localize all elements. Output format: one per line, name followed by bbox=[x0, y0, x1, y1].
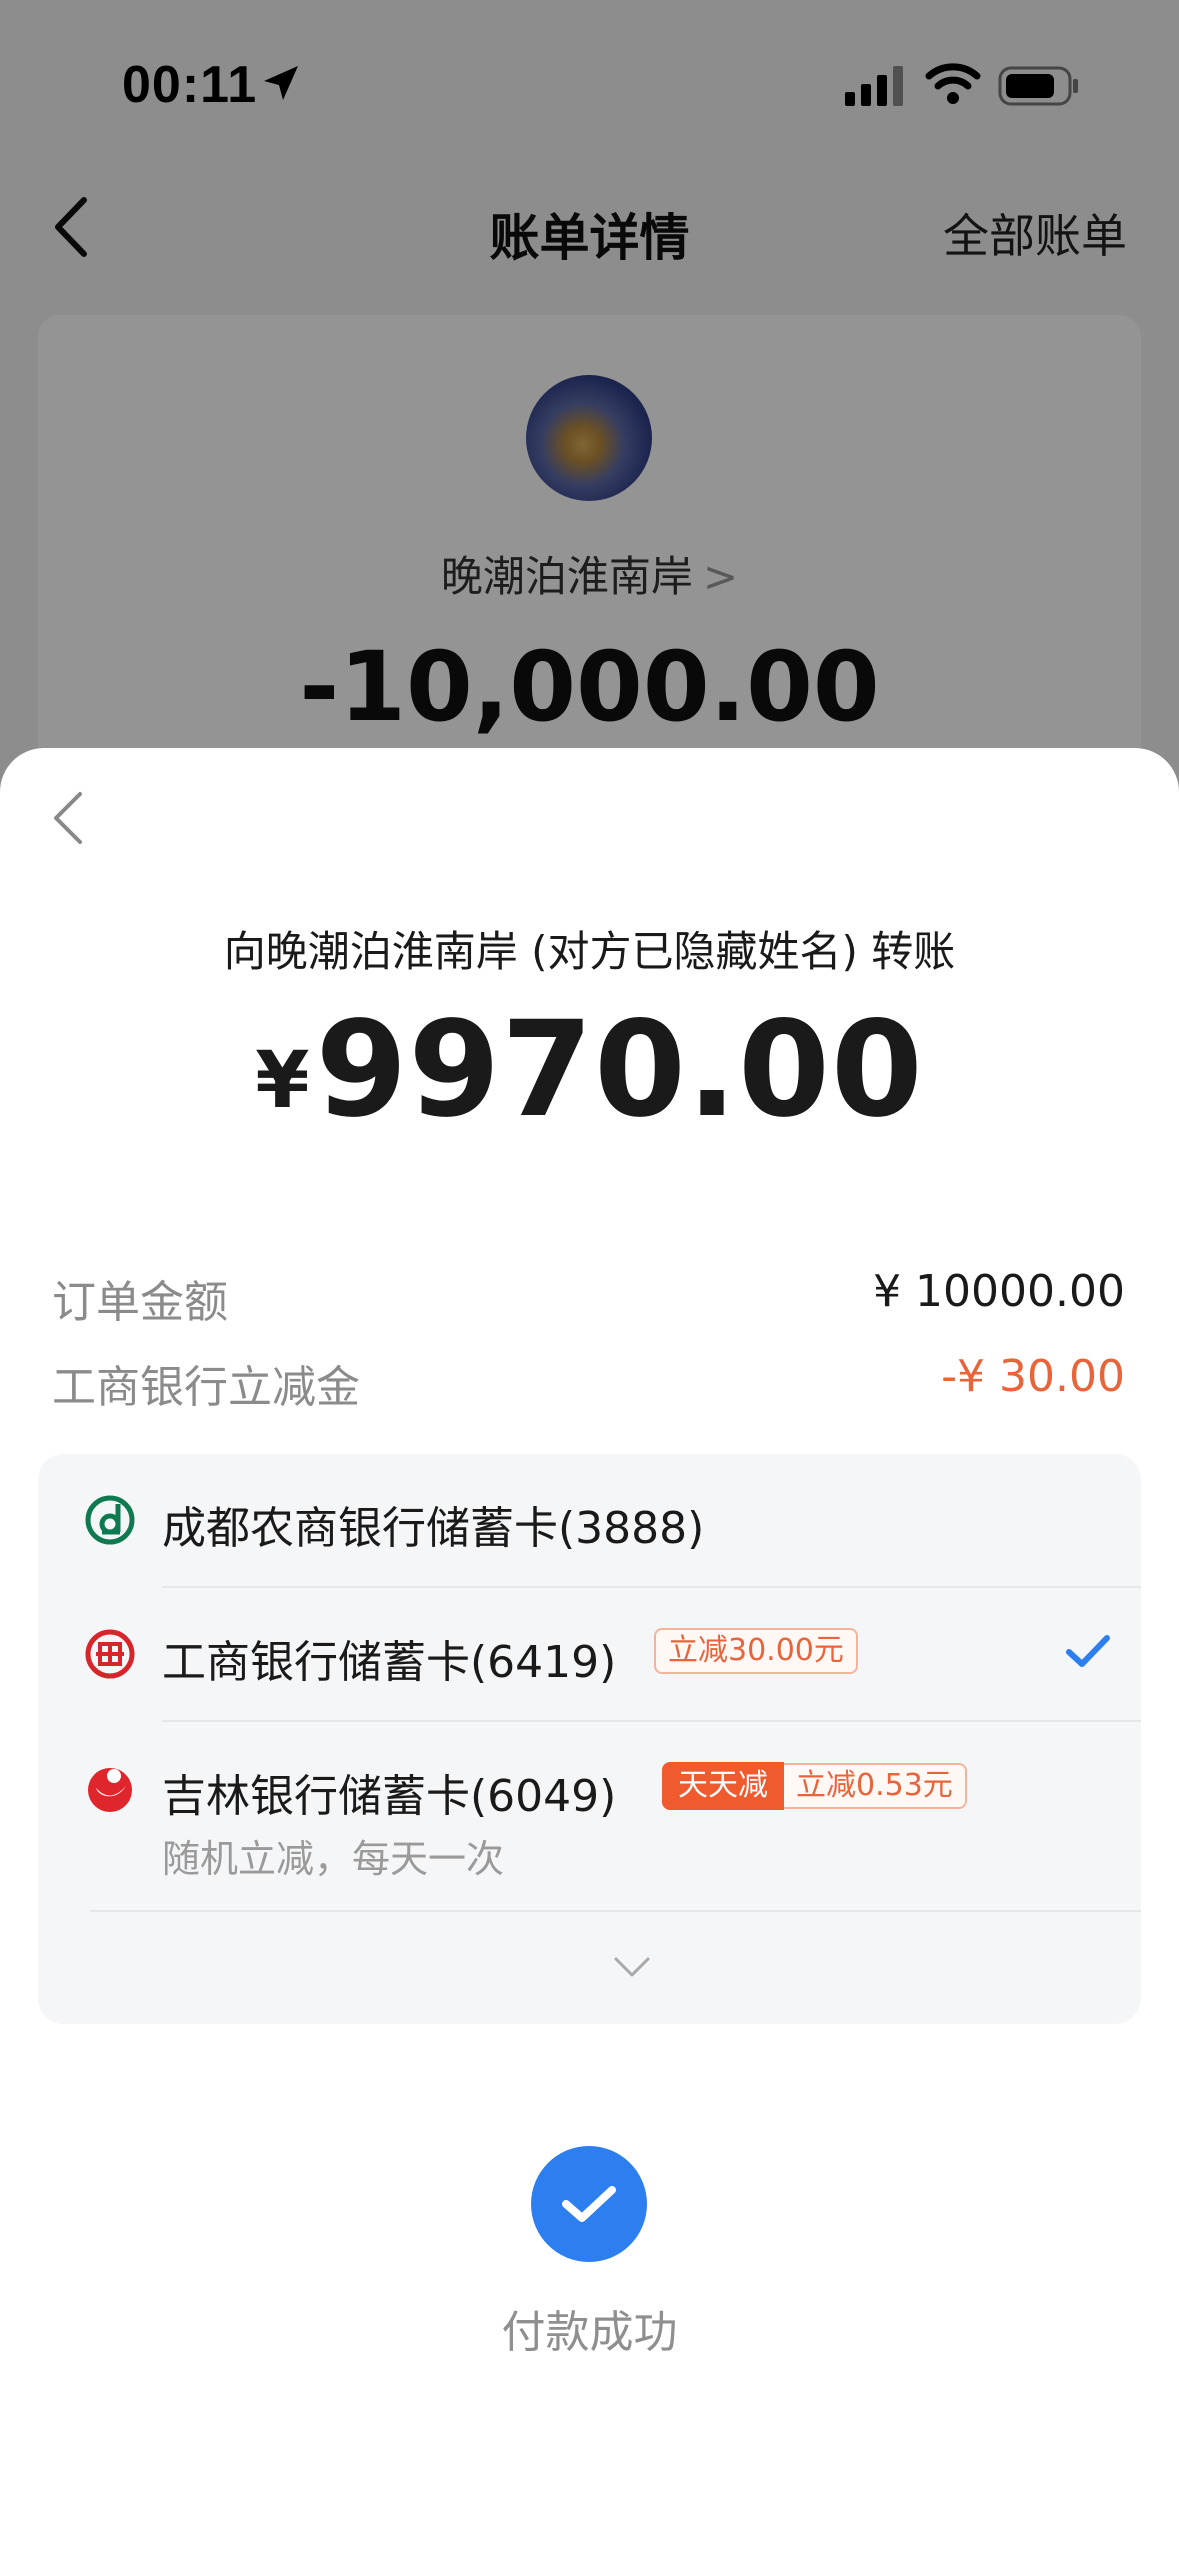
success-check-badge bbox=[531, 2146, 647, 2262]
divider bbox=[90, 1910, 1141, 1912]
chengdu-rural-bank-logo-icon bbox=[85, 1495, 135, 1545]
payment-amount: ¥9970.00 bbox=[0, 993, 1179, 1147]
payment-success-text: 付款成功 bbox=[501, 2307, 678, 2358]
discount-label: 工商银行立减金 bbox=[52, 1362, 360, 1413]
icbc-logo-icon bbox=[85, 1629, 135, 1679]
discount-tag: 立减0.53元 bbox=[784, 1763, 967, 1809]
card-note: 随机立减，每天一次 bbox=[162, 1837, 505, 1881]
card-name: 吉林银行储蓄卡(6049) bbox=[162, 1771, 617, 1822]
payment-card-list: 成都农商银行储蓄卡(3888) 工商银行储蓄卡(6419) 立减30.00元 吉… bbox=[38, 1454, 1141, 2024]
back-arrow-icon[interactable] bbox=[48, 788, 88, 848]
card-option-chengdu-rural[interactable]: 成都农商银行储蓄卡(3888) bbox=[38, 1454, 1141, 1586]
discount-tag-group: 天天减 立减0.53元 bbox=[662, 1762, 967, 1810]
discount-value: -¥ 30.00 bbox=[941, 1351, 1125, 1402]
payment-sheet: 向晚潮泊淮南岸 (对方已隐藏姓名) 转账 ¥9970.00 订单金额 ¥ 100… bbox=[0, 748, 1179, 2556]
card-option-jilin[interactable]: 吉林银行储蓄卡(6049) 天天减 立减0.53元 随机立减，每天一次 bbox=[38, 1722, 1141, 1902]
currency-symbol: ¥ bbox=[255, 1036, 310, 1126]
discount-tag-group: 立减30.00元 bbox=[654, 1628, 858, 1674]
checkmark-icon bbox=[562, 2186, 616, 2222]
card-name: 成都农商银行储蓄卡(3888) bbox=[162, 1503, 705, 1554]
discount-tag: 立减30.00元 bbox=[654, 1628, 858, 1674]
transfer-title: 向晚潮泊淮南岸 (对方已隐藏姓名) 转账 bbox=[223, 927, 956, 976]
selected-check-icon bbox=[1066, 1635, 1110, 1667]
card-name: 工商银行储蓄卡(6419) bbox=[162, 1637, 617, 1688]
card-option-icbc[interactable]: 工商银行储蓄卡(6419) 立减30.00元 bbox=[38, 1588, 1141, 1720]
order-amount-value: ¥ 10000.00 bbox=[873, 1266, 1125, 1317]
bank-of-jilin-logo-icon bbox=[88, 1768, 132, 1812]
payment-amount-value: 9970.00 bbox=[315, 993, 924, 1147]
daily-discount-tag: 天天减 bbox=[662, 1762, 784, 1810]
chevron-down-icon[interactable] bbox=[612, 1954, 652, 1980]
order-amount-label: 订单金额 bbox=[52, 1277, 228, 1328]
